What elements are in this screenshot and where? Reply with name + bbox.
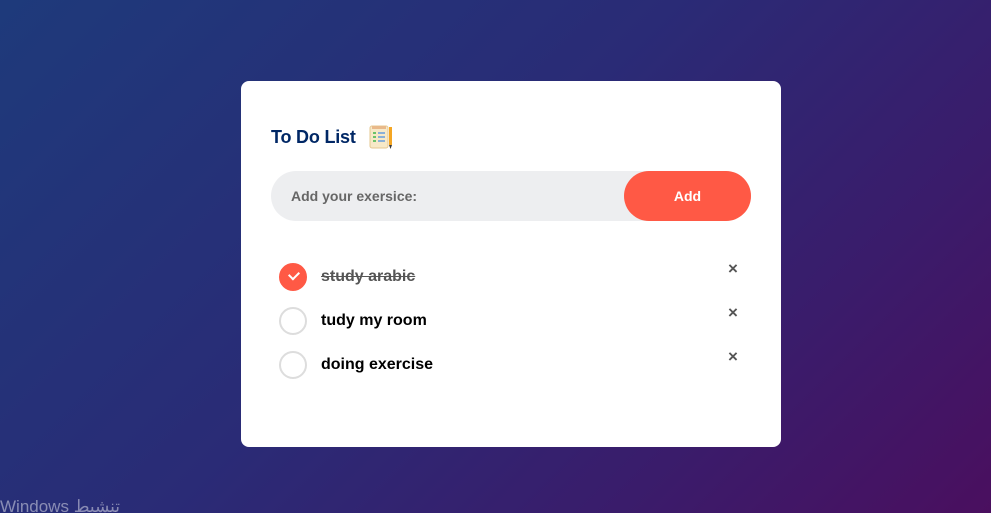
task-item[interactable]: doing exercise × <box>279 343 743 387</box>
close-icon[interactable]: × <box>723 259 743 279</box>
title-row: To Do List <box>271 124 394 150</box>
unchecked-circle-icon[interactable] <box>279 307 307 335</box>
add-button[interactable]: Add <box>624 171 751 221</box>
unchecked-circle-icon[interactable] <box>279 351 307 379</box>
add-task-row: Add <box>271 171 751 221</box>
notepad-checklist-icon <box>368 124 394 150</box>
task-input[interactable] <box>271 188 624 204</box>
task-item[interactable]: tudy my room × <box>279 299 743 343</box>
task-list: study arabic × tudy my room × doing exer… <box>279 255 743 387</box>
close-icon[interactable]: × <box>723 347 743 367</box>
todo-card: To Do List Add study arabic × <box>241 81 781 447</box>
task-item[interactable]: study arabic × <box>279 255 743 299</box>
app-title: To Do List <box>271 126 356 147</box>
task-label: study arabic <box>321 268 416 285</box>
task-label: tudy my room <box>321 312 427 329</box>
close-icon[interactable]: × <box>723 303 743 323</box>
task-label: doing exercise <box>321 356 434 373</box>
windows-activation-watermark: Windows تنشيط <box>0 497 120 513</box>
checked-circle-icon[interactable] <box>279 263 307 291</box>
